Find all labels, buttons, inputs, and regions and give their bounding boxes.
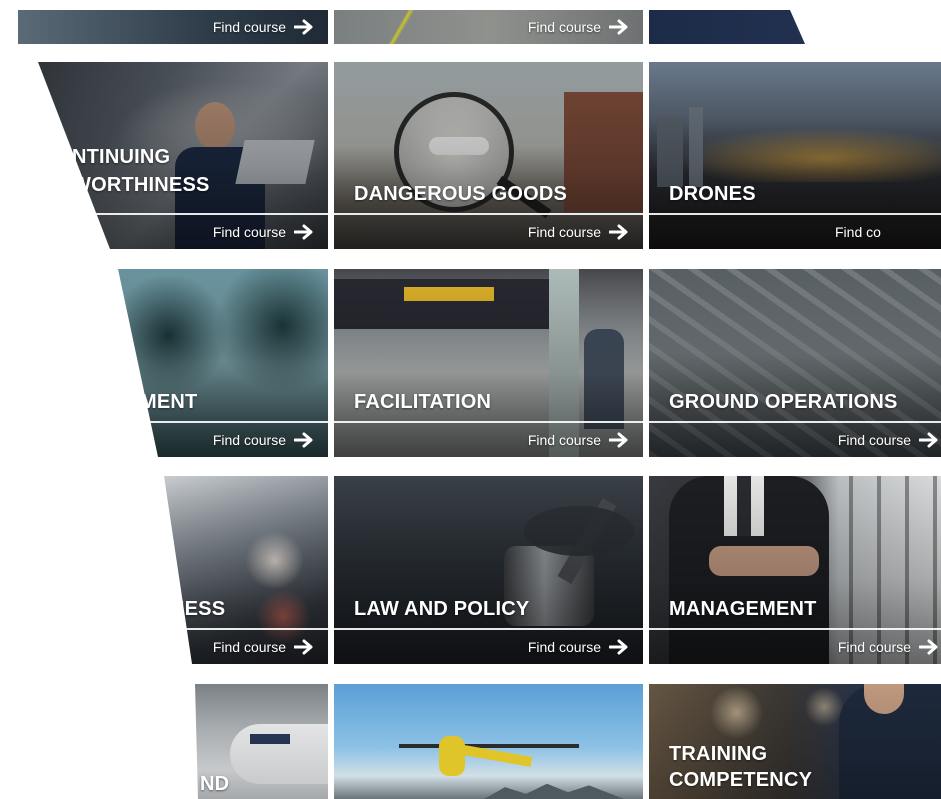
tile-title: TRAINING COMPETENCY xyxy=(669,741,812,793)
find-course-link[interactable]: Find course xyxy=(213,429,314,451)
arrow-right-icon xyxy=(609,224,628,240)
tile-divider xyxy=(0,213,328,215)
find-course-link[interactable]: Find course xyxy=(213,221,314,243)
arrow-right-icon xyxy=(919,432,938,448)
tile-divider xyxy=(334,421,643,423)
find-course-label: Find course xyxy=(212,432,286,448)
arrow-right-icon xyxy=(609,639,628,655)
find-course-label: Find course xyxy=(212,224,286,240)
tile-title-line: WORTHINESS xyxy=(72,174,210,196)
course-tile-ness[interactable]: NESS Find course xyxy=(150,476,328,664)
find-course-link[interactable]: Find course xyxy=(528,429,629,451)
course-tile-ground-operations[interactable]: GROUND OPERATIONS Find course xyxy=(649,269,941,457)
tile-title: ND xyxy=(200,773,230,795)
tile-title: DANGEROUS GOODS xyxy=(354,183,568,205)
find-course-label: Find course xyxy=(837,432,911,448)
find-course-label: Find course xyxy=(212,19,286,35)
find-course-link[interactable]: Find course xyxy=(528,16,629,38)
tile-divider xyxy=(649,421,941,423)
course-tile-facilitation[interactable]: FACILITATION Find course xyxy=(334,269,643,457)
arrow-right-icon xyxy=(609,432,628,448)
tile-divider xyxy=(649,213,941,215)
tile-divider xyxy=(100,421,328,423)
course-tile-management[interactable]: MANAGEMENT Find course xyxy=(649,476,941,664)
course-tile-top-2[interactable]: Find course xyxy=(334,10,643,44)
arrow-right-icon xyxy=(294,224,313,240)
tile-title: GROUND OPERATIONS xyxy=(669,391,898,413)
find-course-label: Find course xyxy=(527,224,601,240)
find-course-link[interactable]: Find course xyxy=(838,429,939,451)
find-course-link[interactable]: Find course xyxy=(528,221,629,243)
find-course-link[interactable]: Find course xyxy=(213,16,314,38)
tile-title: DRONES xyxy=(669,183,756,205)
find-course-link[interactable]: Find course xyxy=(213,636,314,658)
tile-title-line: COMPETENCY xyxy=(669,769,813,791)
arrow-right-icon xyxy=(609,19,628,35)
find-course-label: Find course xyxy=(527,19,601,35)
find-course-label: Find co xyxy=(835,224,881,240)
tile-title: MENT xyxy=(140,391,198,413)
find-course-link[interactable]: Find co xyxy=(835,221,881,243)
course-tile-dangerous-goods[interactable]: DANGEROUS GOODS Find course xyxy=(334,62,643,249)
course-tile-nd[interactable]: ND xyxy=(190,684,328,799)
find-course-label: Find course xyxy=(527,639,601,655)
course-tile-top-3[interactable] xyxy=(649,10,809,44)
tile-divider xyxy=(334,628,643,630)
find-course-label: Find course xyxy=(527,432,601,448)
tile-title-line: TRAINING xyxy=(669,743,768,765)
arrow-right-icon xyxy=(294,639,313,655)
tile-divider xyxy=(334,213,643,215)
find-course-label: Find course xyxy=(212,639,286,655)
arrow-right-icon xyxy=(294,432,313,448)
find-course-label: Find course xyxy=(837,639,911,655)
find-course-link[interactable]: Find course xyxy=(838,636,939,658)
tile-divider xyxy=(150,628,328,630)
tile-title: LAW AND POLICY xyxy=(354,598,530,620)
tile-title: NESS xyxy=(170,598,226,620)
course-tile-top-1[interactable]: Find course xyxy=(18,10,328,44)
course-tile-environment[interactable]: MENT Find course xyxy=(100,269,328,457)
arrow-right-icon xyxy=(294,19,313,35)
tile-title: MANAGEMENT xyxy=(669,598,817,620)
tile-title-line: NTINUING xyxy=(72,146,171,168)
course-tile-drones[interactable]: DRONES Find co xyxy=(649,62,941,249)
find-course-link[interactable]: Find course xyxy=(528,636,629,658)
course-tile-continuing-airworthiness[interactable]: NTINUING WORTHINESS Find course xyxy=(0,62,328,249)
course-tile-law-and-policy[interactable]: LAW AND POLICY Find course xyxy=(334,476,643,664)
course-tile-helicopter[interactable] xyxy=(334,684,643,799)
tile-title: NTINUING WORTHINESS xyxy=(72,143,210,199)
tile-title: FACILITATION xyxy=(354,391,492,413)
arrow-right-icon xyxy=(919,639,938,655)
course-tile-training-competency[interactable]: TRAINING COMPETENCY xyxy=(649,684,941,799)
tile-divider xyxy=(649,628,941,630)
